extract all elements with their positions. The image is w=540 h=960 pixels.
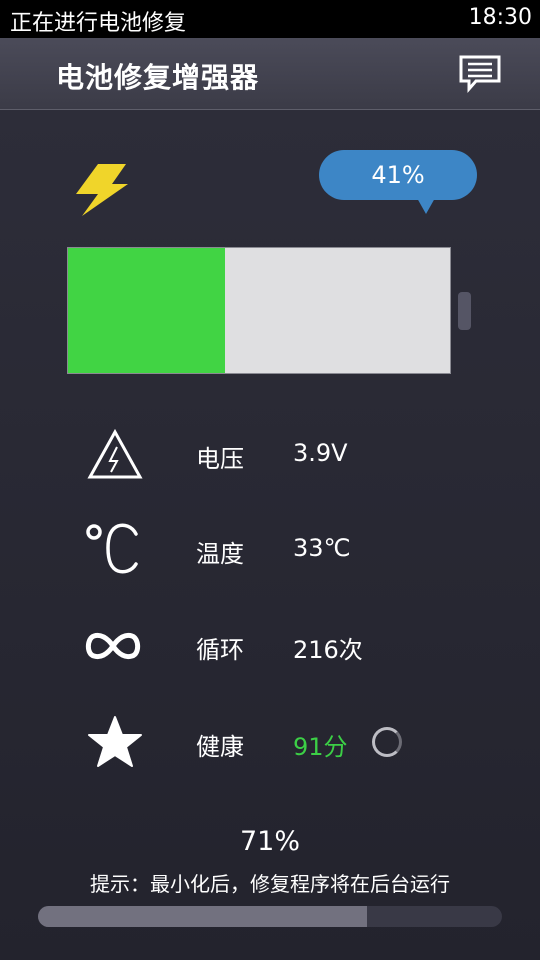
battery-terminal	[458, 292, 471, 330]
app-title: 电池修复增强器	[56, 61, 260, 94]
repair-progress-fill	[38, 906, 368, 927]
status-time: 18:30	[468, 5, 532, 30]
message-button[interactable]	[458, 54, 502, 94]
battery-gauge	[67, 247, 451, 374]
stat-label: 循环	[196, 636, 244, 664]
lightning-bolt-icon	[76, 164, 128, 216]
charge-percent: 41%	[371, 161, 425, 189]
celsius-icon	[86, 523, 138, 574]
stat-row-temperature: 温度 33℃	[0, 520, 540, 580]
stat-value: 33℃	[293, 534, 351, 562]
stat-row-voltage: 电压 3.9V	[0, 425, 540, 485]
repair-progress-bar	[38, 906, 502, 927]
stat-value: 216次	[293, 636, 363, 664]
battery-fill	[68, 248, 225, 373]
stat-row-health: 健康 91分	[0, 713, 540, 773]
loading-spinner	[372, 727, 402, 757]
high-voltage-warning-icon	[87, 428, 143, 479]
status-notification: 正在进行电池修复	[10, 11, 187, 36]
stat-row-cycles: 循环 216次	[0, 616, 540, 676]
star-icon	[88, 716, 142, 767]
app-bar: 电池修复增强器	[0, 38, 540, 110]
infinity-icon	[85, 632, 141, 660]
message-icon	[459, 55, 501, 93]
status-bar: 正在进行电池修复 18:30	[0, 0, 540, 38]
charge-percent-bubble: 41%	[319, 150, 477, 214]
stat-label: 健康	[196, 733, 244, 761]
repair-progress-percent: 71%	[239, 826, 300, 857]
stat-label: 电压	[196, 445, 244, 473]
stat-value: 3.9V	[293, 439, 348, 467]
stat-value: 91分	[293, 733, 348, 761]
stat-label: 温度	[196, 540, 244, 568]
repair-tip: 提示：最小化后，修复程序将在后台运行	[90, 872, 450, 896]
